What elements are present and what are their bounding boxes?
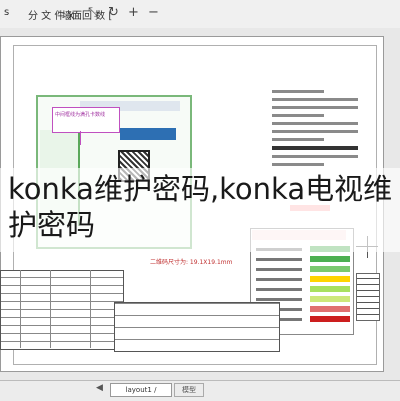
note-line [272,98,358,101]
note-line-bold [272,146,358,150]
note-line [272,138,324,141]
callout-text: 中间框线为满孔卡数线 [55,112,106,118]
rotate-icon[interactable]: ↻ [108,6,119,20]
note-line [272,114,324,117]
title-block-bottom [114,302,280,352]
toolbar: s 分 文 件 X 墙面回 数 [ ⤡ ↻ + − [0,0,400,29]
notes-block [272,85,358,171]
note-line [272,155,358,158]
legend-swatch [310,276,350,282]
table-col [90,270,91,348]
table-col [20,270,21,348]
dimension-text: 二维码尺寸为: 19.1X19.1mm [150,259,233,266]
title-block-table [0,270,124,350]
toolbar-left-text: s [4,7,10,18]
legend-row-label [256,258,302,261]
legend-swatch [310,256,350,262]
callout-leader [80,131,81,145]
arrow-diagonal-icon[interactable]: ⤡ [88,6,98,20]
table-col [50,270,51,348]
legend-row-label [256,298,302,301]
plus-icon[interactable]: + [128,6,139,20]
callout-bubble: 中间框线为满孔卡数线 [52,107,120,133]
note-line [272,122,358,125]
note-line [272,106,358,109]
legend-swatch [310,266,350,272]
tab-model[interactable]: 模型 [174,383,204,397]
tab-layout1[interactable]: layout1 / [110,383,172,397]
legend-swatch [310,316,350,322]
legend-row-label [256,278,302,281]
note-line [272,130,358,133]
note-line [272,90,324,93]
label-blue-banner [120,128,176,140]
legend-swatch [310,306,350,312]
minus-icon[interactable]: − [148,6,159,20]
legend-row-label [256,288,302,291]
chevron-left-icon[interactable]: ◀ [96,383,103,393]
overlay-title: konka维护密码,konka电视维护密码 [8,172,393,242]
note-line [272,163,324,166]
side-spec-box [356,273,380,321]
legend-swatch [310,296,350,302]
legend-row-label [256,268,302,271]
legend-swatch [310,286,350,292]
